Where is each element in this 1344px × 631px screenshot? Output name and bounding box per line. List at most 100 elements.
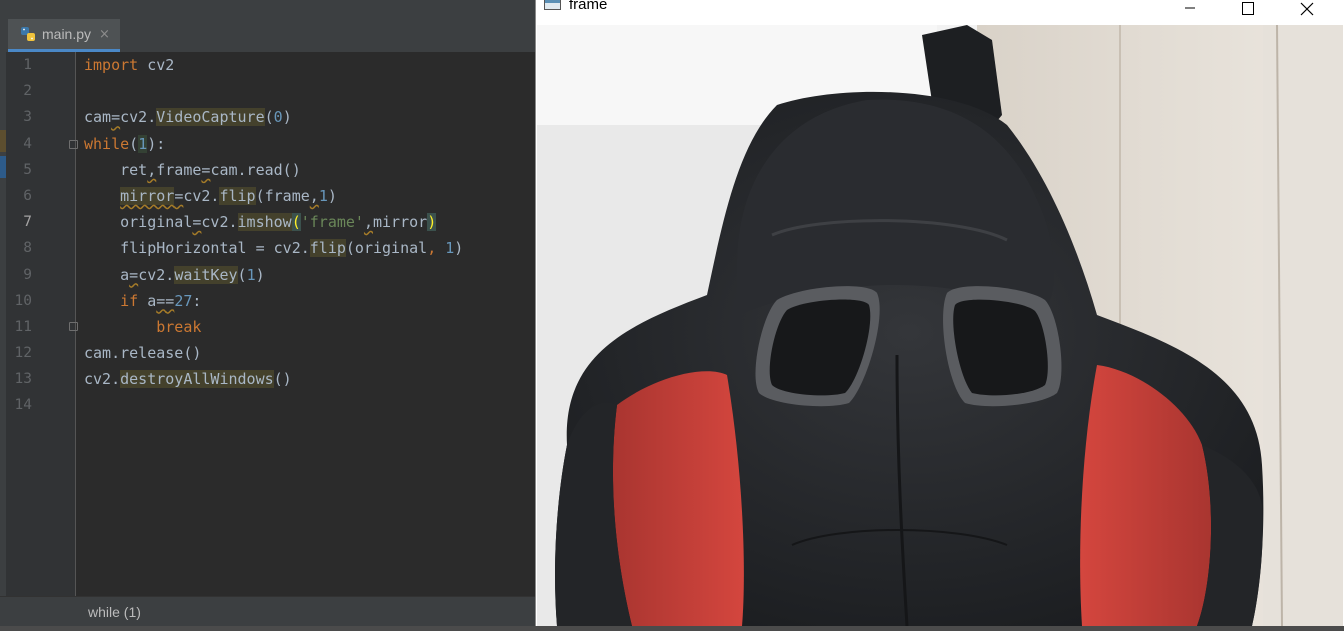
webcam-frame-image — [537, 25, 1343, 626]
code-line[interactable]: cam=cv2.VideoCapture(0) — [84, 104, 534, 130]
window-titlebar[interactable]: frame — [536, 0, 1344, 24]
code-token: ( — [129, 134, 139, 153]
code-line[interactable]: import cv2 — [84, 52, 534, 78]
code-token: () — [273, 370, 292, 389]
code-token: = — [129, 265, 139, 284]
code-token: == — [156, 291, 175, 310]
code-line[interactable]: if a==27: — [84, 288, 534, 314]
code-token: flip — [219, 186, 256, 205]
code-token: ) — [454, 239, 464, 258]
code-token: ) — [282, 108, 292, 127]
line-number: 13 — [14, 371, 32, 388]
code-token: frame — [156, 160, 202, 179]
window-app-icon — [544, 0, 561, 10]
code-token: 1 — [445, 239, 455, 258]
code-token: = — [174, 186, 184, 205]
code-editor-window: main.py × 1 2 3 4 5 6 7 8 9 10 11 12 13 … — [0, 0, 535, 631]
code-token: ( — [291, 213, 301, 232]
minimize-button[interactable] — [1167, 0, 1213, 18]
code-token: destroyAllWindows — [120, 370, 274, 389]
code-token: a — [84, 265, 130, 284]
code-token: ) — [327, 186, 337, 205]
code-line[interactable]: cv2.destroyAllWindows() — [84, 366, 534, 392]
code-token: imshow — [237, 213, 292, 232]
code-token: original — [84, 213, 193, 232]
fold-marker-icon[interactable] — [69, 322, 78, 331]
code-token: 27 — [174, 291, 193, 310]
close-button[interactable] — [1284, 0, 1330, 18]
code-token: 0 — [273, 108, 283, 127]
code-token: cv2. — [183, 186, 220, 205]
source-code[interactable]: import cv2 cam=cv2.VideoCapture(0) while(1… — [84, 52, 534, 419]
code-token: break — [156, 317, 202, 336]
code-token: ( — [264, 108, 274, 127]
code-token: (frame — [255, 186, 310, 205]
code-token: , — [427, 239, 437, 258]
code-token: cv2 — [138, 56, 175, 74]
code-line[interactable]: while(1): — [84, 131, 534, 157]
code-token: cv2. — [201, 213, 238, 232]
line-number: 8 — [23, 240, 32, 257]
code-token: 1 — [246, 265, 256, 284]
python-file-icon — [20, 26, 36, 42]
code-token: : — [192, 291, 202, 310]
code-token: 'frame' — [300, 213, 364, 232]
minimize-icon — [1185, 7, 1195, 9]
code-token: (original — [345, 239, 428, 258]
code-line[interactable]: cam.release() — [84, 340, 534, 366]
fold-marker-icon[interactable] — [69, 140, 78, 149]
code-token: flip — [309, 239, 346, 258]
line-number: 10 — [14, 292, 32, 309]
code-token: mirror — [373, 213, 428, 232]
code-line[interactable]: break — [84, 314, 534, 340]
line-number: 3 — [23, 109, 32, 126]
code-token: , — [147, 160, 157, 179]
code-token: cam.release() — [84, 344, 202, 363]
code-line[interactable] — [84, 392, 534, 418]
code-token: ret — [84, 160, 148, 179]
code-line[interactable]: a=cv2.waitKey(1) — [84, 262, 534, 288]
code-token: ) — [255, 265, 265, 284]
code-token: import — [84, 56, 139, 74]
code-token: 1 — [318, 186, 328, 205]
line-number: 11 — [14, 318, 32, 335]
line-number: 12 — [14, 345, 32, 362]
line-numbers: 1 2 3 4 5 6 7 8 9 10 11 12 13 14 — [6, 52, 32, 419]
code-token: cv2. — [138, 265, 175, 284]
line-number: 6 — [23, 187, 32, 204]
tab-label: main.py — [42, 26, 92, 42]
code-token: cv2. — [120, 108, 157, 127]
tab-main-py[interactable]: main.py × — [8, 19, 120, 52]
code-token: mirror — [120, 186, 175, 205]
line-number: 2 — [23, 83, 32, 100]
window-bottom-edge — [0, 626, 1344, 631]
editor-tab-bar: main.py × — [0, 0, 535, 53]
code-token: waitKey — [174, 265, 238, 284]
code-line[interactable]: flipHorizontal = cv2.flip(original, 1) — [84, 235, 534, 261]
code-token: cam — [84, 108, 112, 127]
breadcrumb[interactable]: while (1) — [88, 604, 141, 620]
code-token: 1 — [138, 134, 148, 153]
code-token: = — [111, 108, 121, 127]
chair-photo — [537, 25, 1343, 626]
code-token: cv2. — [84, 370, 121, 389]
line-number-current: 7 — [23, 214, 32, 231]
code-token: ( — [237, 265, 247, 284]
line-number: 1 — [23, 57, 32, 73]
code-line[interactable]: original=cv2.imshow('frame',mirror) — [84, 209, 534, 235]
close-icon — [1300, 2, 1314, 16]
code-line[interactable]: ret,frame=cam.read() — [84, 157, 534, 183]
code-line[interactable]: mirror=cv2.flip(frame,1) — [84, 183, 534, 209]
code-token: a — [138, 291, 157, 310]
code-token: ) — [427, 213, 437, 232]
line-number: 5 — [23, 161, 32, 178]
maximize-button[interactable] — [1225, 0, 1271, 18]
code-token: , — [363, 213, 373, 232]
close-tab-icon[interactable]: × — [99, 27, 110, 42]
code-token: cam.read() — [210, 160, 301, 179]
code-line[interactable] — [84, 78, 534, 104]
